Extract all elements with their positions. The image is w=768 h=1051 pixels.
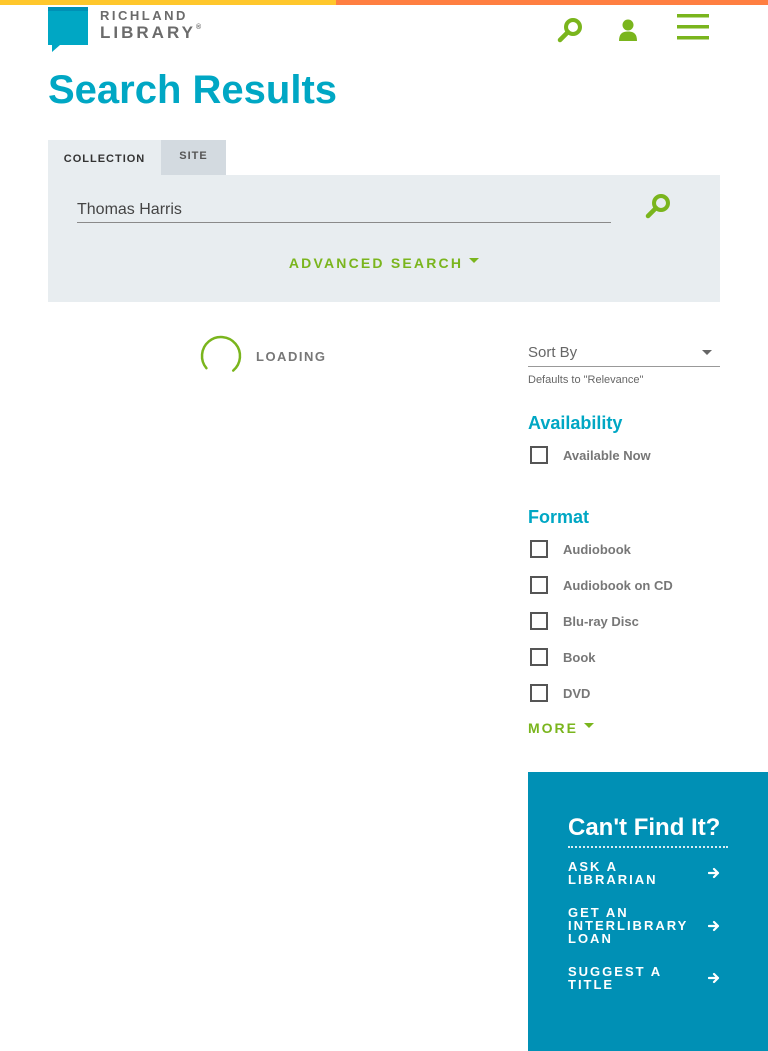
- header-menu-button[interactable]: [676, 13, 710, 41]
- facet-title-availability: Availability: [528, 413, 623, 433]
- search-input[interactable]: [77, 193, 611, 223]
- facet-option-audiobook-on-cd[interactable]: Audiobook on CD: [528, 567, 720, 603]
- facet-title-format: Format: [528, 507, 590, 527]
- suggest-a-title-link[interactable]: SUGGEST A TITLE: [568, 965, 720, 991]
- checkbox[interactable]: [530, 612, 548, 630]
- logo-text-library: LIBRARY®: [100, 24, 201, 41]
- checkbox[interactable]: [530, 446, 548, 464]
- checkbox[interactable]: [530, 648, 548, 666]
- header-account-button[interactable]: [616, 17, 640, 43]
- spinner-icon: [200, 335, 242, 372]
- facet-option-label: Book: [563, 649, 596, 665]
- cant-find-it-panel: Can't Find It? ASK A LIBRARIAN GET AN IN…: [528, 772, 768, 1051]
- facet-option-dvd[interactable]: DVD: [528, 675, 720, 711]
- facet-option-audiobook[interactable]: Audiobook: [528, 531, 720, 567]
- sort-default-hint: Defaults to "Relevance": [528, 374, 644, 386]
- more-label: MORE: [528, 720, 578, 736]
- search-icon: [645, 194, 670, 219]
- facet-option-blu-ray-disc[interactable]: Blu-ray Disc: [528, 603, 720, 639]
- arrow-right-icon: [708, 972, 720, 984]
- facet-list-availability: Available Now: [528, 437, 720, 473]
- user-icon: [619, 19, 637, 41]
- sort-by-label: Sort By: [528, 343, 578, 361]
- search-panel: ADVANCED SEARCH: [48, 175, 720, 302]
- cant-find-it-title: Can't Find It?: [568, 814, 728, 848]
- registered-mark: ®: [195, 24, 202, 31]
- ask-a-librarian-label: ASK A LIBRARIAN: [568, 859, 658, 887]
- chevron-down-icon: [702, 349, 712, 355]
- tab-site[interactable]: SITE: [161, 140, 226, 175]
- facet-option-label: Available Now: [563, 447, 651, 463]
- facet-option-label: Audiobook: [563, 541, 631, 557]
- suggest-a-title-label: SUGGEST A TITLE: [568, 964, 662, 992]
- checkbox[interactable]: [530, 684, 548, 702]
- facet-option-label: Blu-ray Disc: [563, 613, 639, 629]
- facet-option-book[interactable]: Book: [528, 639, 720, 675]
- caret-down-icon: [469, 257, 480, 263]
- advanced-search-toggle[interactable]: ADVANCED SEARCH: [48, 255, 720, 271]
- sort-by-select[interactable]: Sort By: [528, 338, 720, 367]
- tab-collection[interactable]: COLLECTION: [48, 140, 161, 175]
- caret-down-icon: [584, 722, 594, 728]
- logo-text-library-word: LIBRARY: [100, 23, 196, 42]
- search-scope-tabs: COLLECTION SITE: [48, 140, 226, 175]
- loading-indicator: LOADING: [200, 335, 326, 377]
- top-color-bar: [0, 0, 768, 5]
- search-submit-button[interactable]: [644, 192, 672, 220]
- checkbox[interactable]: [530, 576, 548, 594]
- logo-mark-icon: [48, 7, 88, 52]
- advanced-search-label: ADVANCED SEARCH: [288, 255, 464, 271]
- logo-text-richland: RICHLAND: [100, 8, 188, 23]
- top-bar-orange-segment: [336, 0, 768, 5]
- interlibrary-loan-label: GET AN INTERLIBRARY LOAN: [568, 905, 689, 946]
- library-logo[interactable]: RICHLAND LIBRARY®: [48, 7, 201, 52]
- ask-a-librarian-link[interactable]: ASK A LIBRARIAN: [568, 860, 720, 886]
- arrow-right-icon: [708, 867, 720, 879]
- checkbox[interactable]: [530, 540, 548, 558]
- facet-option-label: DVD: [563, 685, 591, 701]
- page-title: Search Results: [48, 68, 338, 112]
- search-icon: [557, 18, 582, 43]
- header-search-button[interactable]: [556, 16, 584, 44]
- facet-option-label: Audiobook on CD: [563, 577, 673, 593]
- menu-icon: [677, 14, 709, 40]
- more-formats-toggle[interactable]: MORE: [528, 720, 594, 736]
- loading-label: LOADING: [256, 348, 327, 364]
- arrow-right-icon: [708, 920, 720, 931]
- facet-option-available-now[interactable]: Available Now: [528, 437, 720, 473]
- top-bar-yellow-segment: [0, 0, 336, 5]
- interlibrary-loan-link[interactable]: GET AN INTERLIBRARY LOAN: [568, 906, 720, 945]
- facet-list-format: Audiobook Audiobook on CD Blu-ray Disc B…: [528, 531, 720, 711]
